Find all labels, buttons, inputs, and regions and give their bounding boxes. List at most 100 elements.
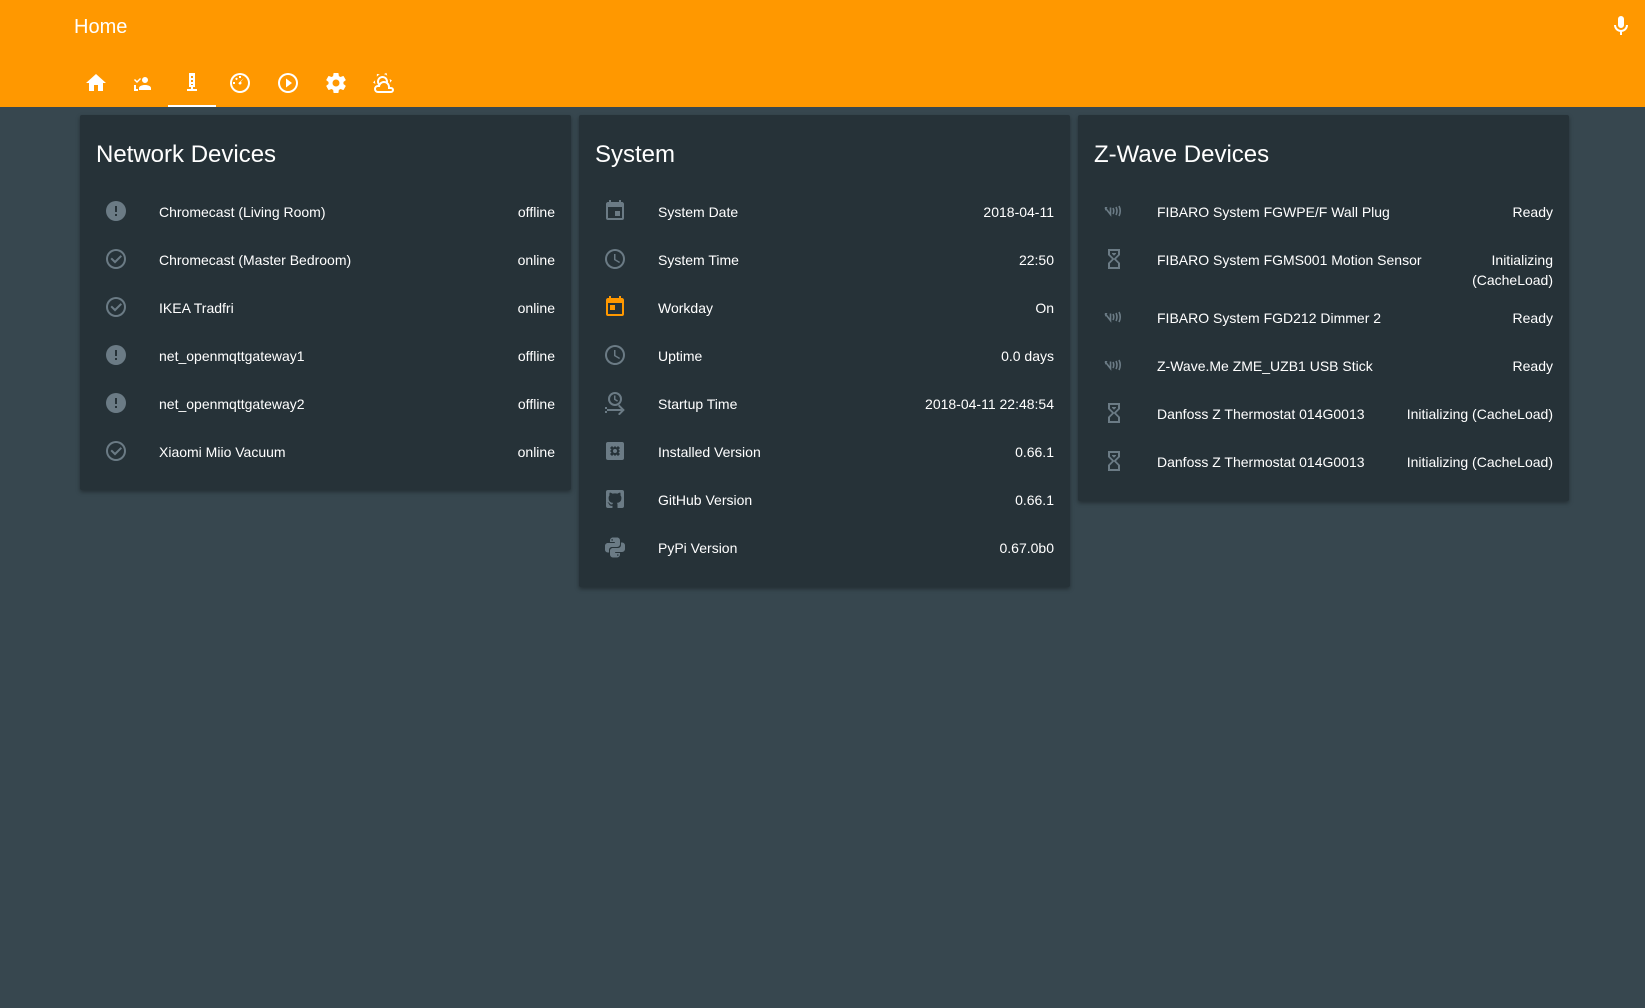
entity-state: online <box>517 252 555 268</box>
hourglass-icon <box>1108 403 1120 423</box>
entity-row[interactable]: FIBARO System FGD212 Dimmer 2 Ready <box>1078 293 1569 341</box>
entity-row[interactable]: net_openmqttgateway1 offline <box>80 331 571 379</box>
tab-home[interactable] <box>72 62 120 107</box>
tab-weather[interactable] <box>360 62 408 107</box>
entity-name: Xiaomi Miio Vacuum <box>159 444 286 460</box>
entity-state: 0.66.1 <box>1015 492 1054 508</box>
entity-row[interactable]: Uptime 0.0 days <box>579 331 1070 379</box>
entity-row[interactable]: Chromecast (Master Bedroom) online <box>80 235 571 283</box>
entity-row[interactable]: Xiaomi Miio Vacuum online <box>80 427 571 475</box>
network-devices-card: Network Devices Chromecast (Living Room)… <box>80 115 571 490</box>
entity-name: FIBARO System FGD212 Dimmer 2 <box>1157 310 1382 326</box>
entity-row[interactable]: System Time 22:50 <box>579 235 1070 283</box>
entity-row[interactable]: GitHub Version 0.66.1 <box>579 475 1070 523</box>
entity-row[interactable]: Z-Wave.Me ZME_UZB1 USB Stick Ready <box>1078 341 1569 389</box>
z-wave-icon <box>1104 311 1122 323</box>
z-wave-icon <box>1104 359 1122 371</box>
tab-people[interactable] <box>120 62 168 107</box>
entity-state: online <box>517 300 555 316</box>
entity-state: Initializing (CacheLoad) <box>1472 252 1553 288</box>
entity-name: System Time <box>658 252 739 268</box>
entity-row[interactable]: IKEA Tradfri online <box>80 283 571 331</box>
entity-row[interactable]: System Date 2018-04-11 <box>579 187 1070 235</box>
entity-name: IKEA Tradfri <box>159 300 234 316</box>
check-circle-outline-icon <box>106 441 126 461</box>
card-title: System <box>595 141 676 168</box>
python-icon <box>605 537 625 558</box>
clock-icon <box>605 345 625 365</box>
tab-energy[interactable] <box>216 62 264 107</box>
hourglass-icon <box>1108 249 1120 269</box>
entity-name: PyPi Version <box>658 540 738 556</box>
entity-name: net_openmqttgateway1 <box>159 348 305 364</box>
entity-row[interactable]: PyPi Version 0.67.0b0 <box>579 523 1070 571</box>
entity-row[interactable]: Danfoss Z Thermostat 014G0013 Initializi… <box>1078 389 1569 437</box>
entity-state: online <box>517 444 555 460</box>
app-toolbar: Home <box>0 0 1645 107</box>
clock-start-icon <box>605 392 625 415</box>
entity-state: 2018-04-11 22:48:54 <box>925 396 1054 412</box>
alert-circle-icon <box>106 345 126 365</box>
entity-name: Danfoss Z Thermostat 014G0013 <box>1157 454 1365 470</box>
entity-state: 0.67.0b0 <box>999 540 1055 556</box>
entity-row[interactable]: FIBARO System FGMS001 Motion Sensor Init… <box>1078 235 1569 293</box>
entity-state: 22:50 <box>1018 252 1054 268</box>
package-icon <box>606 442 624 460</box>
entity-row[interactable]: Workday On <box>579 283 1070 331</box>
entity-name: Danfoss Z Thermostat 014G0013 <box>1157 406 1365 422</box>
settings-icon <box>326 73 346 93</box>
entity-state: 2018-04-11 <box>983 204 1054 220</box>
github-icon <box>606 490 624 508</box>
microphone-icon[interactable] <box>1609 14 1633 38</box>
check-circle-outline-icon <box>106 297 126 317</box>
view-tabs <box>72 62 408 107</box>
calendar-icon <box>606 200 624 220</box>
card-title: Network Devices <box>96 141 277 168</box>
z-wave-icon <box>1104 205 1122 217</box>
server-network-icon <box>187 73 197 91</box>
entity-name: Startup Time <box>658 396 738 412</box>
system-card: System System Date 2018-04-11 System Tim… <box>579 115 1070 587</box>
entity-state: offline <box>517 396 555 412</box>
entity-row[interactable]: net_openmqttgateway2 offline <box>80 379 571 427</box>
entity-state: Ready <box>1512 358 1553 374</box>
entity-name: Chromecast (Master Bedroom) <box>159 252 352 268</box>
weather-partlycloudy-icon <box>373 72 394 93</box>
play-circle-icon <box>278 73 298 93</box>
entity-state: 0.66.1 <box>1015 444 1054 460</box>
home-icon <box>86 74 106 91</box>
alert-circle-icon <box>106 201 126 221</box>
alert-circle-icon <box>106 393 126 413</box>
entity-name: Uptime <box>658 348 703 364</box>
tab-settings[interactable] <box>312 62 360 107</box>
zwave-devices-card: Z-Wave Devices FIBARO System FGWPE/F Wal… <box>1078 115 1569 501</box>
clock-icon <box>605 249 625 269</box>
tab-devices[interactable] <box>168 62 216 107</box>
entity-state: On <box>1035 300 1054 316</box>
entity-name: Z-Wave.Me ZME_UZB1 USB Stick <box>1157 358 1373 374</box>
entity-row[interactable]: Danfoss Z Thermostat 014G0013 Initializi… <box>1078 437 1569 485</box>
page-title: Home <box>74 16 128 38</box>
entity-row[interactable]: Startup Time 2018-04-11 22:48:54 <box>579 379 1070 427</box>
hourglass-icon <box>1108 451 1120 471</box>
tab-media[interactable] <box>264 62 312 107</box>
entity-row[interactable]: FIBARO System FGWPE/F Wall Plug Ready <box>1078 187 1569 235</box>
entity-row[interactable]: Chromecast (Living Room) offline <box>80 187 571 235</box>
entity-name: GitHub Version <box>658 492 753 508</box>
entity-name: FIBARO System FGWPE/F Wall Plug <box>1157 204 1390 220</box>
entity-state: 0.0 days <box>1001 348 1054 364</box>
entity-name: System Date <box>658 204 739 220</box>
check-circle-outline-icon <box>106 249 126 269</box>
card-title: Z-Wave Devices <box>1094 141 1270 168</box>
entity-row[interactable]: Installed Version 0.66.1 <box>579 427 1070 475</box>
entity-state: Ready <box>1512 204 1553 220</box>
entity-name: FIBARO System FGMS001 Motion Sensor <box>1157 252 1422 268</box>
account-location-icon <box>134 77 151 91</box>
entity-state: offline <box>517 348 555 364</box>
entity-name: Installed Version <box>658 444 761 460</box>
calendar-today-icon <box>606 296 624 316</box>
entity-state: Initializing (CacheLoad) <box>1406 454 1553 470</box>
entity-name: net_openmqttgateway2 <box>159 396 305 412</box>
entity-state: Ready <box>1512 310 1553 326</box>
entity-state: Initializing (CacheLoad) <box>1406 406 1553 422</box>
